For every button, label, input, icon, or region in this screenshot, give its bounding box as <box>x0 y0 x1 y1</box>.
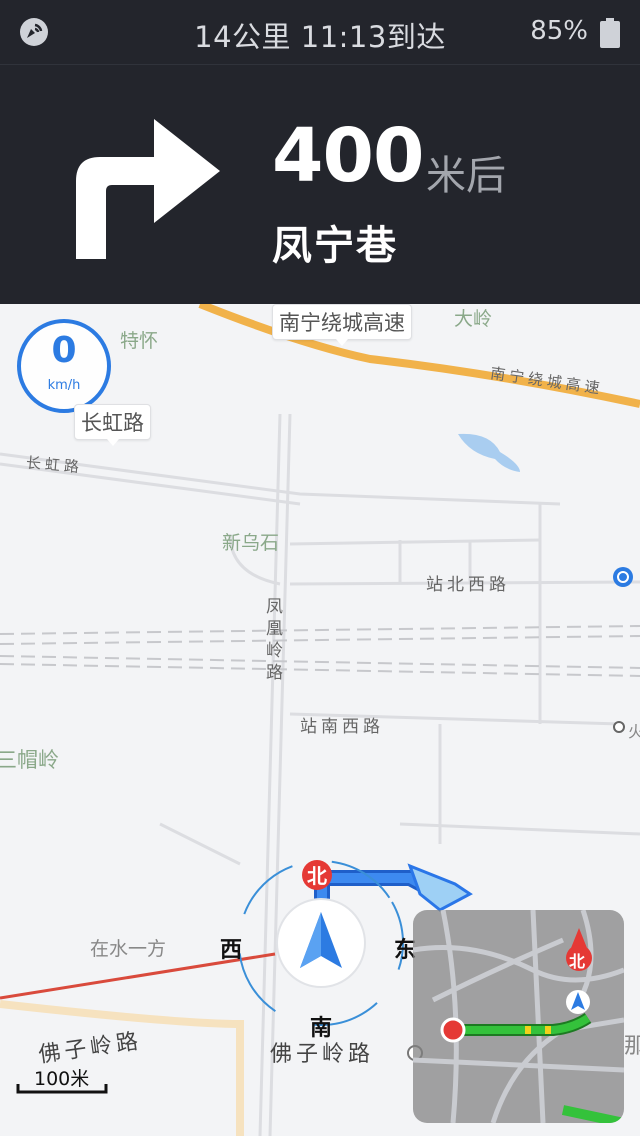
maneuver-distance-unit: 米后 <box>426 153 506 199</box>
station-poi-icon[interactable] <box>612 566 634 588</box>
speed-unit: km/h <box>47 378 81 393</box>
battery-percent: 85% <box>530 16 588 46</box>
speedometer: 0 km/h <box>16 318 112 414</box>
compass-south: 南 <box>310 1016 333 1041</box>
maneuver-distance: 400 <box>272 113 424 199</box>
next-street-name: 凤宁巷 <box>272 223 398 269</box>
zhannan-xi-road-label: 站南西路 <box>300 717 384 737</box>
compass-north: 北 <box>307 864 327 888</box>
area-label-zaishuiyifang: 在水一方 <box>90 938 167 960</box>
scale-bar: 100米 <box>16 1064 108 1094</box>
battery-icon <box>600 18 620 48</box>
turn-right-arrow-icon <box>76 119 220 259</box>
label-char: 路 <box>266 663 283 683</box>
label-char: 岭 <box>266 641 283 661</box>
expressway-callout[interactable]: 南宁绕城高速 <box>272 304 412 346</box>
changhong-road-callout[interactable]: 长虹路 <box>74 404 151 446</box>
area-label-sanmaoling: 三帽岭 <box>0 748 59 772</box>
speed-value: 0 <box>51 330 77 371</box>
area-label-na: 那 <box>624 1034 640 1059</box>
fenghuangling-road-label: 凤 凰 岭 路 <box>266 596 286 684</box>
area-label-xinwushi: 新乌石 <box>222 532 280 554</box>
minimap-roads <box>413 910 624 1123</box>
minimap-north-marker: 北 <box>569 952 586 971</box>
area-label-tehuai: 特怀 <box>120 330 159 352</box>
navigation-banner: 400 米后 凤宁巷 <box>0 64 640 305</box>
label-char: 凤 <box>266 597 283 617</box>
compass-west: 西 <box>220 938 243 963</box>
status-bar: 14公里 11:13到达 85% <box>0 0 640 64</box>
area-label-huo: 火 <box>628 722 640 741</box>
map-view[interactable]: 0 km/h 南宁绕城高速 长虹路 南宁绕城高速 长虹路 站北西路 站南西路 佛… <box>0 304 640 1136</box>
label-char: 凰 <box>266 619 283 639</box>
area-label-daling: 大岭 <box>454 308 493 330</box>
compass-car-indicator[interactable]: 北 东 南 西 <box>220 850 416 1041</box>
poi-dot-icon[interactable] <box>612 720 626 734</box>
route-overview-minimap[interactable]: 北 <box>413 910 624 1123</box>
zhanbei-xi-road-label: 站北西路 <box>426 575 510 595</box>
scale-ruler-icon <box>16 1084 108 1094</box>
